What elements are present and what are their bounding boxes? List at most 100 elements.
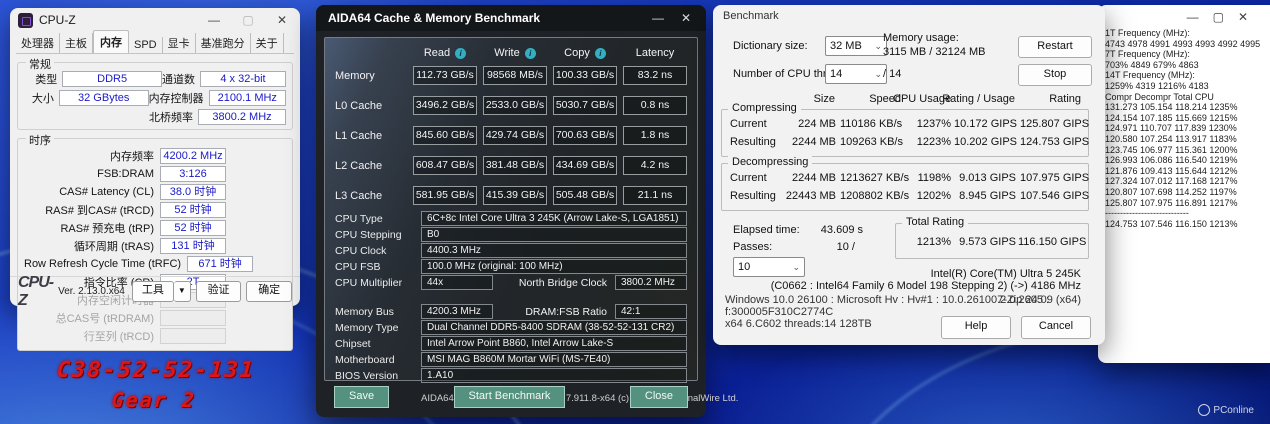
cpu-stepping-row: CPU Stepping B0: [335, 227, 687, 242]
help-button[interactable]: Help: [941, 316, 1011, 339]
tools-button[interactable]: 工具: [131, 281, 174, 302]
close-icon[interactable]: ✕: [268, 10, 296, 30]
cpu-threads-total: / 14: [883, 68, 902, 80]
log-line: 131.273 105.154 118.214 1235%: [1105, 102, 1238, 113]
bench-row-l1: L1 Cache 845.60 GB/s 429.74 GB/s 700.63 …: [335, 126, 687, 145]
sevenzip-titlebar[interactable]: Benchmark: [713, 5, 1105, 27]
comp-resulting-rating-usage: 10.202 GIPS: [954, 136, 1017, 148]
decomp-resulting-cpu: 1202%: [916, 190, 951, 202]
pconline-logo-icon: [1198, 404, 1211, 416]
close-icon[interactable]: ✕: [1238, 7, 1248, 27]
tab-bench[interactable]: 基准跑分: [196, 33, 251, 53]
info-icon[interactable]: i: [594, 47, 606, 59]
speed-column-header: Speed: [869, 93, 901, 105]
l0-latency: 0.8 ns: [623, 96, 687, 115]
cpuz-titlebar[interactable]: CPU-Z — ▢ ✕: [10, 8, 300, 32]
row-label: L3 Cache: [335, 189, 383, 202]
oc-line-3: Gear 2: [110, 388, 197, 412]
save-button[interactable]: Save: [334, 386, 390, 408]
bench-row-l0: L0 Cache 3496.2 GB/s 2533.0 GB/s 5030.7 …: [335, 96, 687, 115]
row-label: Memory: [335, 69, 375, 82]
minimize-icon[interactable]: —: [1187, 7, 1199, 27]
row-label: L0 Cache: [335, 99, 383, 112]
cpu-threads-combo[interactable]: 14 ⌄: [825, 64, 887, 84]
log-line: 120.807 107.698 114.252 1197%: [1105, 186, 1237, 197]
chipset-row: Chipset Intel Arrow Point B860, Intel Ar…: [335, 336, 687, 351]
dictionary-size-combo[interactable]: 32 MB ⌄: [825, 36, 887, 56]
aida64-titlebar[interactable]: AIDA64 Cache & Memory Benchmark — ✕: [316, 5, 706, 31]
maximize-icon[interactable]: ▢: [1213, 7, 1224, 27]
l2-write: 381.48 GB/s: [483, 156, 547, 175]
row-label: L1 Cache: [335, 129, 383, 142]
minimize-icon[interactable]: —: [200, 10, 228, 30]
log-line: 126.993 106.086 116.540 1219%: [1105, 155, 1238, 166]
chipset-label: Chipset: [335, 337, 371, 350]
ok-button[interactable]: 确定: [246, 281, 292, 302]
dictionary-size-value: 32 MB: [830, 40, 862, 52]
frequency-log-window: — ▢ ✕ 1T Frequency (MHz): 4743 4978 4991…: [1098, 5, 1270, 363]
rating-usage-column-header: Rating / Usage: [942, 93, 1015, 105]
memory-type-value: DDR5: [62, 71, 162, 87]
bios-version-label: BIOS Version: [335, 369, 399, 382]
decomp-resulting-rating: 107.546 GIPS: [1020, 190, 1090, 202]
watermark-text: PConline: [1213, 404, 1254, 416]
close-button[interactable]: Close: [629, 386, 688, 408]
total-rating-usage: 9.573 GIPS: [959, 236, 1016, 248]
read-column-header: Read: [423, 47, 451, 59]
watermark: PConline: [1198, 404, 1254, 416]
tab-cpu[interactable]: 处理器: [16, 33, 60, 53]
log-line: ----------------------------: [1105, 208, 1189, 219]
info-icon[interactable]: i: [455, 47, 467, 59]
cpu-type-value: 6C+8c Intel Core Ultra 3 245K (Arrow Lak…: [421, 211, 687, 226]
passes-combo-value: 10: [738, 261, 751, 273]
elapsed-time-value: 43.609 s: [820, 224, 863, 236]
timings-legend: 时序: [26, 132, 54, 148]
comp-current-size: 224 MB: [798, 118, 836, 130]
memory-latency: 83.2 ns: [623, 66, 687, 85]
l1-copy: 700.63 GB/s: [553, 126, 617, 145]
tab-about[interactable]: 关于: [251, 33, 284, 53]
restart-button[interactable]: Restart: [1018, 36, 1092, 58]
frequency-log-body: 1T Frequency (MHz): 4743 4978 4991 4993 …: [1098, 27, 1270, 229]
log-line: 124.154 107.185 115.669 1215%: [1105, 112, 1238, 123]
motherboard-label: Motherboard: [335, 353, 395, 366]
tab-memory[interactable]: 内存: [93, 30, 129, 53]
stop-button[interactable]: Stop: [1018, 64, 1092, 86]
comp-current-speed: 110186 KB/s: [840, 118, 903, 130]
decomp-current-rating-usage: 9.013 GIPS: [959, 172, 1016, 184]
timing-label: 行至列 (tRCD): [83, 331, 154, 343]
tools-dropdown-icon[interactable]: ▼: [173, 281, 191, 302]
cancel-button[interactable]: Cancel: [1021, 316, 1091, 339]
bench-row-l3: L3 Cache 581.95 GB/s 415.39 GB/s 505.48 …: [335, 186, 687, 205]
cpu-threads-value: 14: [830, 68, 843, 80]
nb-freq-label: 北桥频率: [149, 112, 193, 124]
bios-version-value: 1.A10: [421, 368, 687, 383]
timing-label: 内存频率: [110, 151, 154, 163]
tab-spd[interactable]: SPD: [129, 37, 163, 53]
timing-label: 总CAS号 (tRDRAM): [55, 313, 154, 325]
sevenzip-window-title: Benchmark: [723, 10, 779, 22]
log-line: Compr Decompr Total CPU: [1105, 91, 1214, 102]
tab-mainboard[interactable]: 主板: [60, 33, 93, 53]
timing-value: [160, 310, 226, 326]
current-label: Current: [730, 172, 767, 184]
memory-read: 112.73 GB/s: [413, 66, 477, 85]
start-benchmark-button[interactable]: Start Benchmark: [453, 386, 566, 408]
chipset-value: Intel Arrow Point B860, Intel Arrow Lake…: [421, 336, 687, 351]
tab-graphics[interactable]: 显卡: [163, 33, 196, 53]
close-icon[interactable]: ✕: [672, 8, 700, 28]
comp-resulting-rating: 124.753 GIPS: [1020, 136, 1090, 148]
timing-value: 52 时钟: [160, 202, 226, 218]
validate-button[interactable]: 验证: [195, 281, 242, 302]
decomp-current-size: 2244 MB: [791, 172, 836, 184]
bios-version-row: BIOS Version 1.A10: [335, 368, 687, 383]
info-icon[interactable]: i: [524, 47, 536, 59]
maximize-icon: ▢: [242, 13, 254, 27]
log-line: 1259% 4319 1216% 4183: [1105, 80, 1209, 91]
passes-combo[interactable]: 10 ⌄: [733, 257, 805, 277]
decomp-resulting-rating-usage: 8.945 GIPS: [959, 190, 1016, 202]
minimize-icon[interactable]: —: [644, 8, 672, 28]
decomp-current-rating: 107.975 GIPS: [1020, 172, 1090, 184]
passes-label: Passes:: [733, 241, 773, 253]
cpuz-tabs: 处理器 主板 内存 SPD 显卡 基准跑分 关于: [16, 30, 294, 54]
